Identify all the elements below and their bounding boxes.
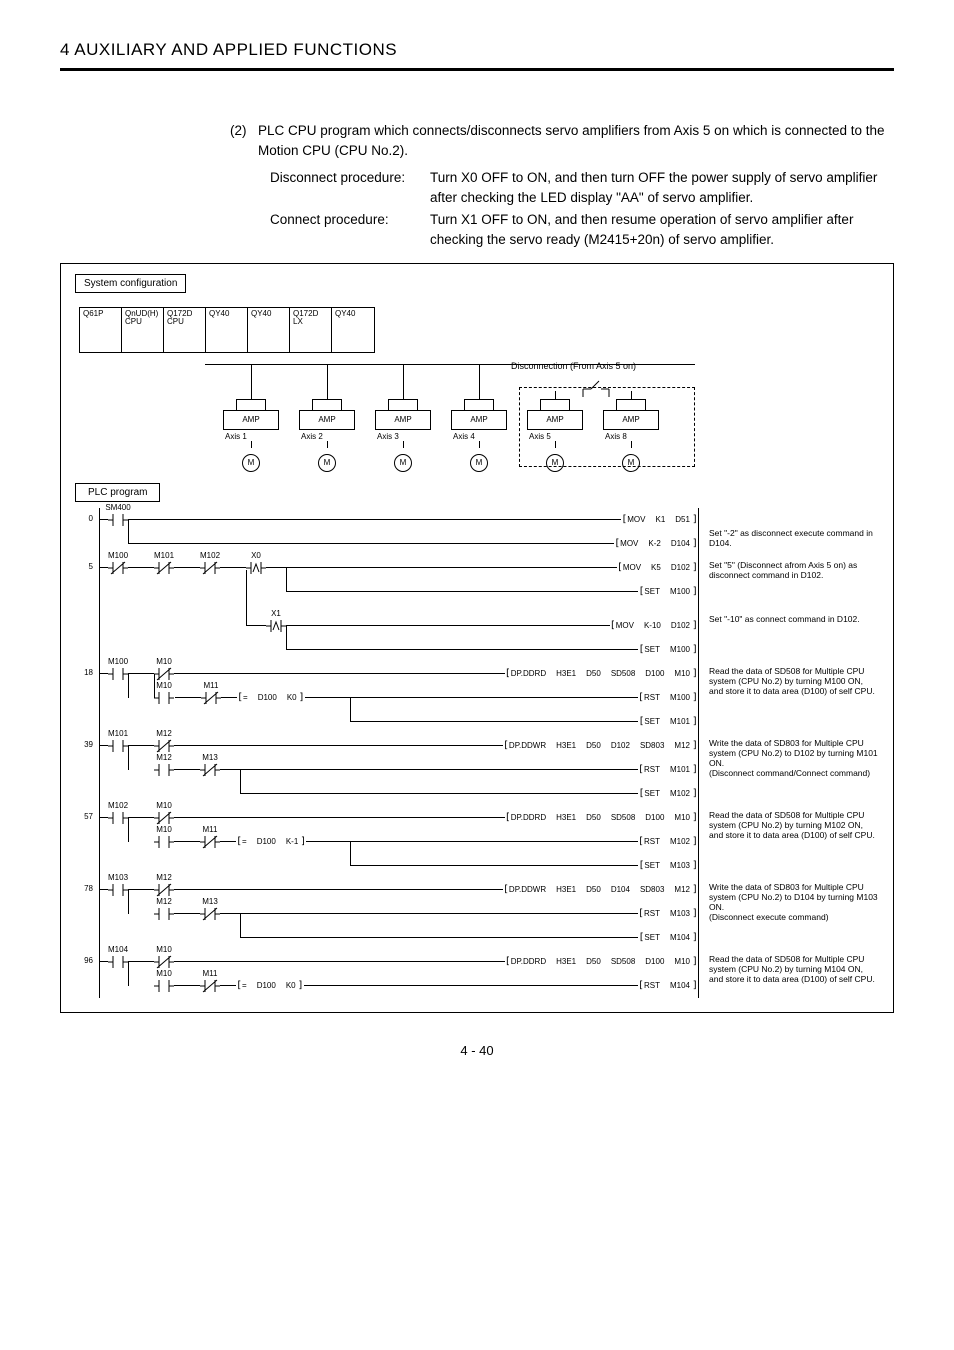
- coil-mov-k-2: MOV K-2 D104: [620, 539, 692, 548]
- note-r39: Write the data of SD803 for Multiple CPU…: [699, 734, 879, 779]
- note-r78: Write the data of SD803 for Multiple CPU…: [699, 878, 879, 923]
- axis-label: Axis 2: [299, 432, 355, 441]
- rack-area: Q61P QnUD(H) CPU Q172D CPU QY40 QY40 Q17…: [75, 301, 879, 471]
- note-r5: Set "5" (Disconnect afrom Axis 5 on) as …: [699, 556, 879, 625]
- amp-axis-4: AMP Axis 4 M: [451, 399, 507, 472]
- step-num: 78: [75, 878, 99, 893]
- slot-q61p: Q61P: [80, 308, 122, 352]
- amp-axis-8: AMP Axis 8 M: [603, 399, 659, 472]
- amp-box: AMP: [375, 410, 431, 430]
- disconnect-proc-text: Turn X0 OFF to ON, and then turn OFF the…: [430, 168, 894, 209]
- chapter-header: 4 AUXILIARY AND APPLIED FUNCTIONS: [60, 40, 894, 71]
- contact-sm400: SM400: [108, 513, 128, 527]
- axis-label: Axis 1: [223, 432, 279, 441]
- contact-m100-nc: M100: [108, 561, 128, 575]
- coil-mov-k5: MOVK5D102: [623, 563, 692, 572]
- connect-proc-text: Turn X1 OFF to ON, and then resume opera…: [430, 210, 894, 251]
- system-config-label: System configuration: [75, 274, 186, 293]
- amp-axis-5: AMP Axis 5 M: [527, 399, 583, 472]
- axis-label: Axis 5: [527, 432, 583, 441]
- motor-icon: M: [546, 454, 564, 472]
- amp-box: AMP: [527, 410, 583, 430]
- amp-box: AMP: [223, 410, 279, 430]
- motor-icon: M: [622, 454, 640, 472]
- coil-set-m100: SETM100: [644, 587, 692, 596]
- connect-proc-label: Connect procedure:: [270, 210, 430, 251]
- step-num: 5: [75, 556, 99, 571]
- coil-dpddrd-18: DP.DDRDH3E1D50SD508D100M10: [511, 669, 692, 678]
- slot-qy40-3: QY40: [332, 308, 374, 352]
- motor-icon: M: [242, 454, 260, 472]
- motor-icon: M: [318, 454, 336, 472]
- procedure-table: Disconnect procedure: Turn X0 OFF to ON,…: [270, 168, 894, 251]
- page-number: 4 - 40: [60, 1043, 894, 1058]
- step-num: 96: [75, 950, 99, 965]
- intro-number: (2): [230, 121, 258, 162]
- rung-78: 78 M103 M12 [ DP.DDWRH3E1D50D104SD803M12…: [75, 878, 879, 950]
- intro-body: PLC CPU program which connects/disconnec…: [258, 121, 894, 162]
- ladder-diagram: 0 SM400 [ MOV K1 D51 ]: [75, 508, 879, 998]
- slot-q172dlx: Q172D LX: [290, 308, 332, 352]
- disconnect-proc-label: Disconnect procedure:: [270, 168, 430, 209]
- note-r18: Read the data of SD508 for Multiple CPU …: [699, 662, 879, 697]
- axis-label: Axis 4: [451, 432, 507, 441]
- coil-set-m100-b: SETM100: [644, 645, 692, 654]
- rung-96: 96 M104 M10 [ DP.DDRDH3E1D50SD508D100M10…: [75, 950, 879, 998]
- coil-mov-k1: MOV K1 D51: [627, 515, 692, 524]
- step-num: 39: [75, 734, 99, 749]
- coil-mov-k-10: MOVK-10D102: [616, 621, 692, 630]
- motor-icon: M: [394, 454, 412, 472]
- contact-x0-pls: X0: [246, 561, 266, 575]
- axis-label: Axis 3: [375, 432, 431, 441]
- slot-motion-cpu: Q172D CPU: [164, 308, 206, 352]
- plc-rack: Q61P QnUD(H) CPU Q172D CPU QY40 QY40 Q17…: [79, 307, 375, 353]
- rung-18: 18 M100 M10 [ DP.DDRDH3E1D50SD508D100M10…: [75, 662, 879, 734]
- intro-text: (2) PLC CPU program which connects/disco…: [230, 121, 894, 162]
- amp-box: AMP: [299, 410, 355, 430]
- servo-bus: [205, 353, 695, 365]
- amp-axis-1: AMP Axis 1 M: [223, 399, 279, 472]
- step-num: 0: [75, 508, 99, 523]
- rung-57: 57 M102 M10 [ DP.DDRDH3E1D50SD508D100M10…: [75, 806, 879, 878]
- slot-qy40-1: QY40: [206, 308, 248, 352]
- amp-axis-3: AMP Axis 3 M: [375, 399, 431, 472]
- note-r0: Set "-2" as disconnect execute command i…: [699, 508, 879, 548]
- axis-label: Axis 8: [603, 432, 659, 441]
- note-r96: Read the data of SD508 for Multiple CPU …: [699, 950, 879, 985]
- amp-box: AMP: [603, 410, 659, 430]
- plc-program-label: PLC program: [75, 483, 160, 502]
- contact-x1-pls: X1: [266, 619, 286, 633]
- contact-m102-nc: M102: [200, 561, 220, 575]
- amp-axis-2: AMP Axis 2 M: [299, 399, 355, 472]
- amp-box: AMP: [451, 410, 507, 430]
- note-r57: Read the data of SD508 for Multiple CPU …: [699, 806, 879, 841]
- rung-39: 39 M101 M12 [ DP.DDWRH3E1D50D102SD803M12…: [75, 734, 879, 806]
- motor-icon: M: [470, 454, 488, 472]
- rung-5: 5 M100 M101 M102 X0 [ MOVK5D102 ]: [75, 556, 879, 662]
- diagram-container: System configuration Q61P QnUD(H) CPU Q1…: [60, 263, 894, 1013]
- slot-cpu: QnUD(H) CPU: [122, 308, 164, 352]
- step-num: 18: [75, 662, 99, 677]
- slot-qy40-2: QY40: [248, 308, 290, 352]
- step-num: 57: [75, 806, 99, 821]
- contact-m101-nc: M101: [154, 561, 174, 575]
- amp-row: AMP Axis 1 M AMP Axis 2 M AMP Axis 3 M: [223, 399, 659, 472]
- rung-0: 0 SM400 [ MOV K1 D51 ]: [75, 508, 879, 556]
